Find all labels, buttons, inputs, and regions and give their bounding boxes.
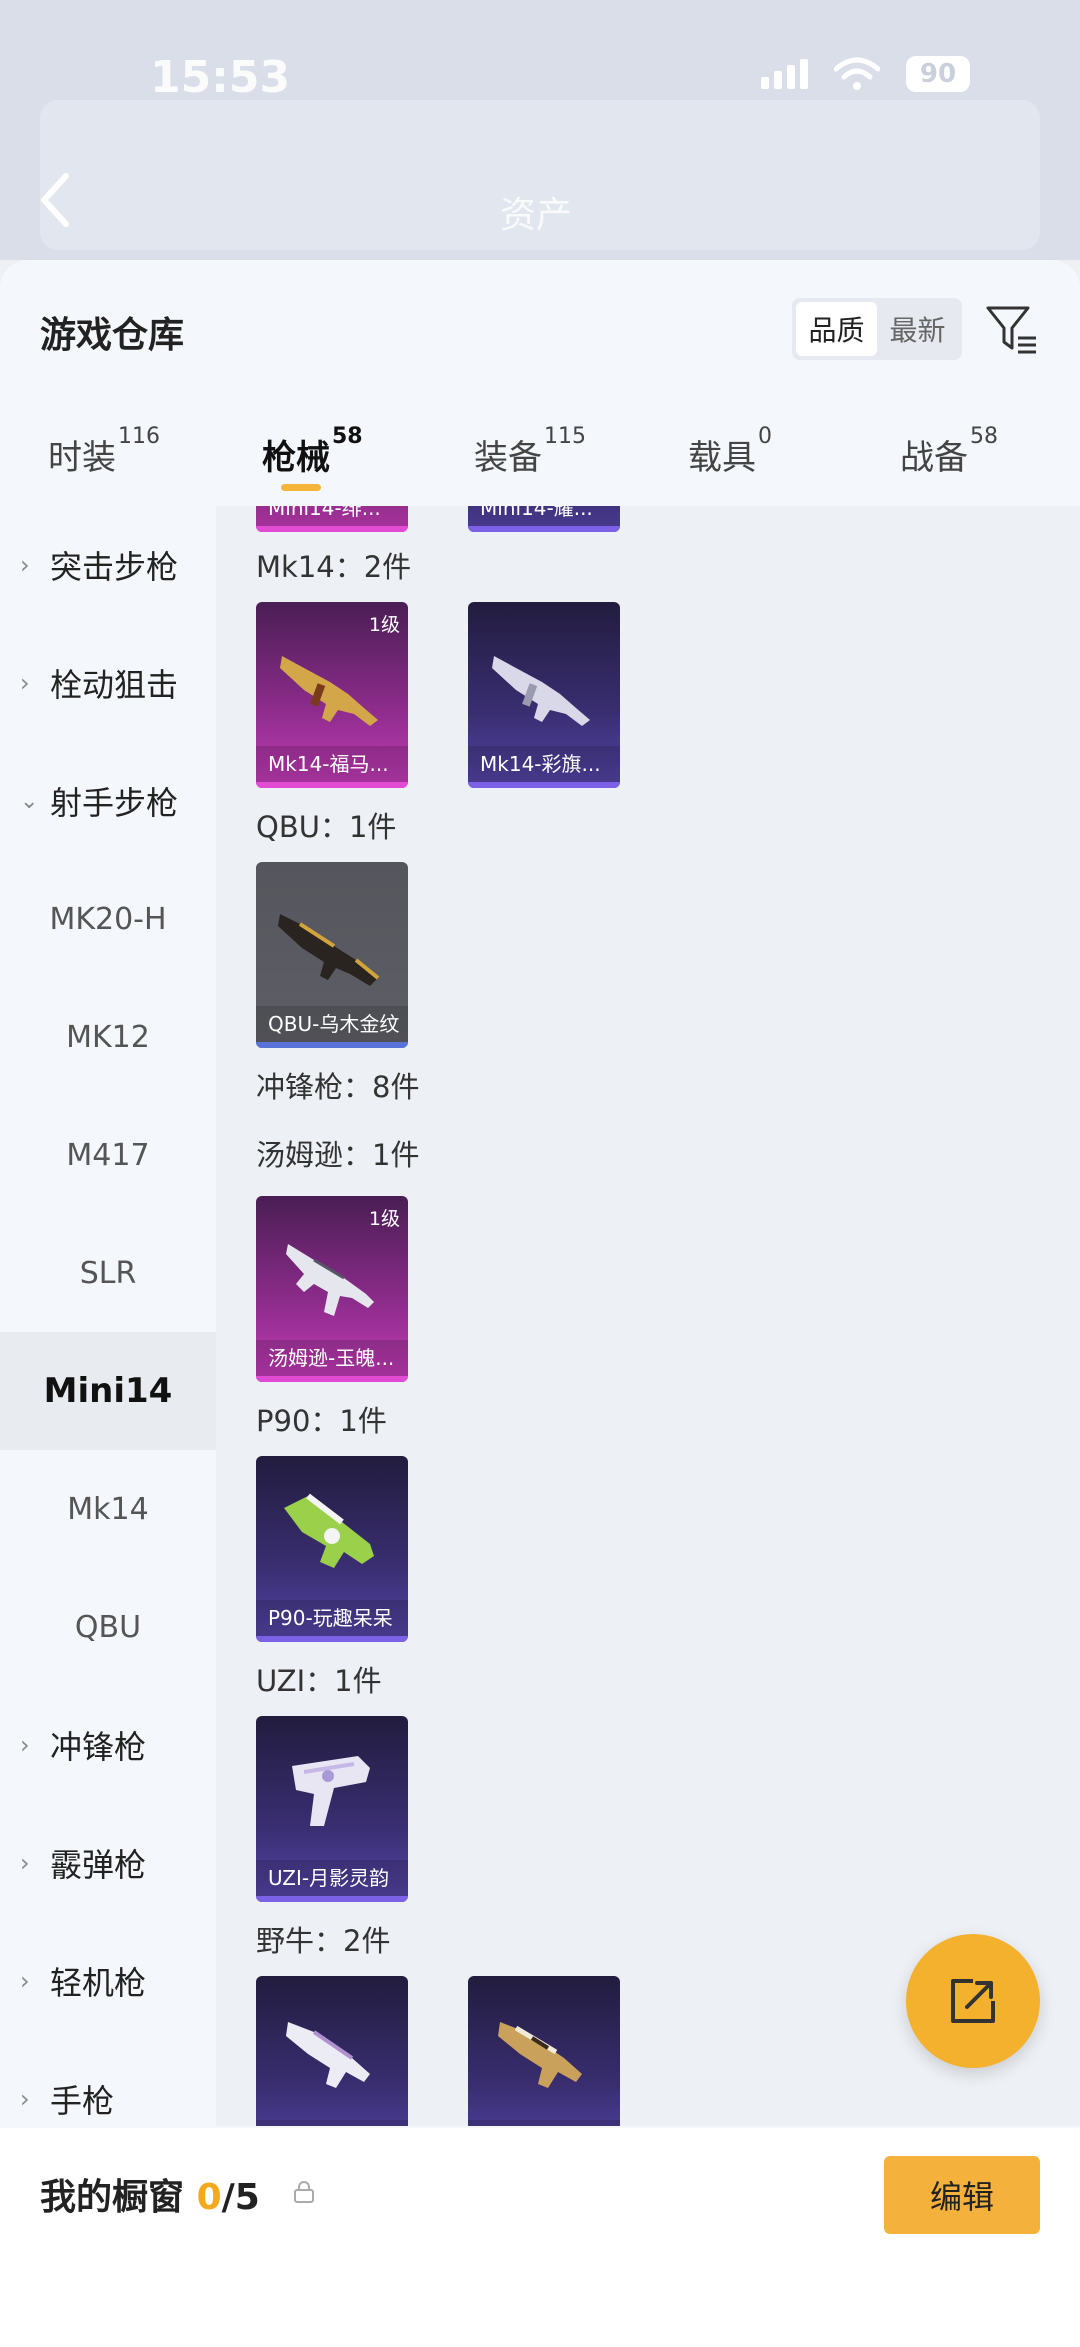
lock-icon: [294, 2181, 314, 2203]
smg-icon: [286, 2022, 370, 2088]
warehouse-sheet: 游戏仓库 品质 最新 时装116 枪械58 装备115 载具0 战备58 › 突击…: [0, 260, 1080, 2347]
weapon-card[interactable]: UZI-月影灵韵: [256, 1716, 408, 1902]
group-label: P90：1件: [256, 1404, 387, 1438]
pistol-icon: [292, 1756, 370, 1826]
weapon-card[interactable]: P90-玩趣呆呆: [256, 1456, 408, 1642]
group-label: 汤姆逊：1件: [256, 1138, 420, 1172]
status-bar: 15:53 90 资产: [0, 0, 1080, 260]
rifle-icon: [280, 656, 378, 726]
smg-icon: [498, 2022, 582, 2088]
sort-quality-button[interactable]: 品质: [796, 302, 877, 356]
tab-vehicles[interactable]: 载具0: [688, 424, 772, 479]
rifle-icon: [492, 656, 590, 726]
chevron-down-icon: ⌄: [20, 788, 39, 814]
weapon-card[interactable]: [256, 1976, 408, 2126]
sort-toggle: 品质 最新: [792, 298, 962, 360]
battery-icon: 90: [906, 56, 970, 92]
weapon-card[interactable]: 1级 汤姆逊-玉魄...: [256, 1196, 408, 1382]
showcase-bar: 我的橱窗 0/5 编辑: [0, 2128, 1080, 2347]
nav-assault-rifle[interactable]: › 突击步枪: [0, 506, 216, 624]
category-tabs: 时装116 枪械58 装备115 载具0 战备58: [0, 410, 1080, 506]
nav-bolt-sniper[interactable]: › 栓动狙击: [0, 624, 216, 742]
smg-icon: [284, 1493, 374, 1568]
weapon-card[interactable]: Mk14-彩旗...: [468, 602, 620, 788]
weapon-card[interactable]: [468, 1976, 620, 2126]
sheet-title: 游戏仓库: [40, 315, 185, 356]
edit-button[interactable]: 编辑: [884, 2156, 1040, 2234]
status-time: 15:53: [150, 52, 291, 103]
nav-shotgun[interactable]: › 霰弹枪: [0, 1804, 216, 1922]
chevron-right-icon: ›: [20, 1967, 30, 1995]
chevron-right-icon: ›: [20, 1849, 30, 1877]
tab-guns[interactable]: 枪械58: [262, 424, 363, 479]
chevron-right-icon: ›: [20, 2085, 30, 2113]
share-icon: [951, 1979, 995, 2023]
nav-m417[interactable]: M417: [0, 1096, 216, 1214]
showcase-count: 0: [196, 2177, 222, 2218]
nav-mini14[interactable]: Mini14: [0, 1332, 216, 1450]
group-label: UZI：1件: [256, 1664, 382, 1698]
tab-fashion[interactable]: 时装116: [48, 424, 160, 479]
blurred-title: 资产: [500, 195, 573, 236]
status-icons: 90: [761, 56, 970, 92]
nav-mk20h[interactable]: MK20-H: [0, 860, 216, 978]
tab-equipment[interactable]: 装备115: [474, 424, 586, 479]
weapon-list: Mini14-绯... Mini14-耀... Mk14：2件 1级 Mk14-…: [216, 506, 1080, 2126]
weapon-card[interactable]: Mini14-耀...: [468, 506, 620, 532]
chevron-right-icon: ›: [20, 551, 30, 579]
nav-mk12[interactable]: MK12: [0, 978, 216, 1096]
weapon-card[interactable]: 1级 Mk14-福马...: [256, 602, 408, 788]
weapon-card[interactable]: Mini14-绯...: [256, 506, 408, 532]
weapon-category-nav: › 突击步枪 › 栓动狙击 ⌄ 射手步枪 MK20-H MK12 M417 SLR M…: [0, 506, 216, 2126]
sheet-header: 游戏仓库 品质 最新 时装116 枪械58 装备115 载具0 战备58: [0, 260, 1080, 506]
nav-slr[interactable]: SLR: [0, 1214, 216, 1332]
tab-supplies[interactable]: 战备58: [900, 424, 998, 479]
showcase-title: 我的橱窗 0/5: [40, 2177, 260, 2218]
group-label: Mk14：2件: [256, 550, 412, 584]
filter-icon[interactable]: [984, 302, 1040, 358]
signal-icon: [761, 59, 808, 89]
smg-icon: [286, 1244, 374, 1316]
nav-smg[interactable]: › 冲锋枪: [0, 1686, 216, 1804]
nav-mk14[interactable]: Mk14: [0, 1450, 216, 1568]
active-tab-indicator: [281, 484, 321, 491]
group-label: 野牛：2件: [256, 1924, 391, 1958]
weapon-card[interactable]: QBU-乌木金纹: [256, 862, 408, 1048]
share-fab[interactable]: [906, 1934, 1040, 2068]
rifle-icon: [278, 914, 380, 986]
nav-qbu[interactable]: QBU: [0, 1568, 216, 1686]
group-label: 冲锋枪：8件: [256, 1070, 420, 1104]
group-label: QBU：1件: [256, 810, 397, 844]
chevron-right-icon: ›: [20, 669, 30, 697]
nav-marksman-rifle[interactable]: ⌄ 射手步枪: [0, 742, 216, 860]
chevron-right-icon: ›: [20, 1731, 30, 1759]
sort-latest-button[interactable]: 最新: [877, 302, 958, 356]
back-icon[interactable]: [36, 170, 76, 230]
wifi-icon: [834, 57, 880, 90]
nav-lmg[interactable]: › 轻机枪: [0, 1922, 216, 2040]
